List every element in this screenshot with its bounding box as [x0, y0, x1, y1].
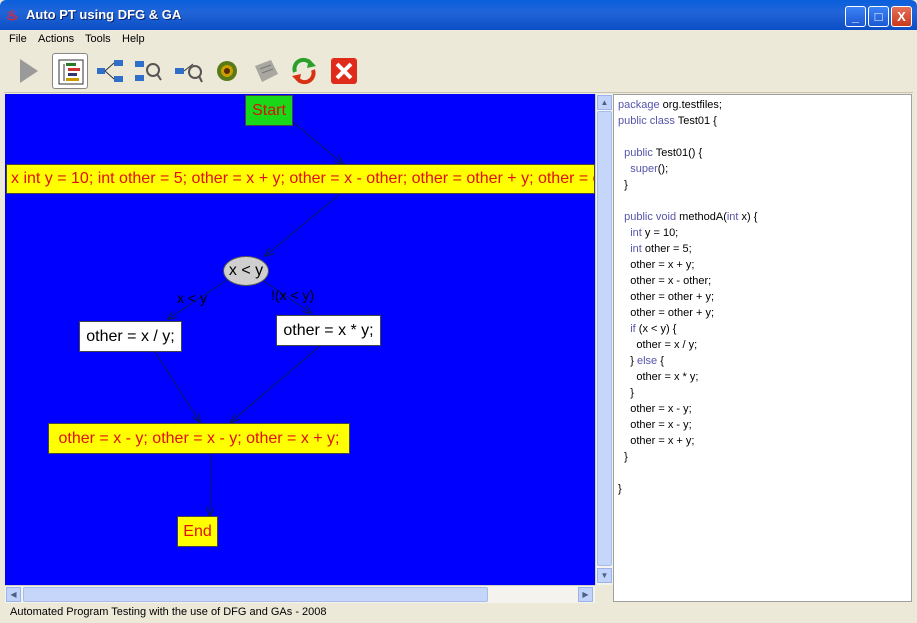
code-line: other = x - other; — [618, 275, 712, 287]
edge-block2-end — [210, 453, 211, 516]
code-line: super(); — [630, 163, 669, 175]
window-title: Auto PT using DFG & GA — [26, 7, 182, 22]
node-block2[interactable]: other = x - y; other = x - y; other = x … — [48, 423, 350, 454]
refresh-icon — [292, 57, 316, 85]
code-line: public Test01() { — [624, 147, 703, 159]
node-true-branch[interactable]: other = x / y; — [79, 321, 182, 352]
node-start[interactable]: Start — [245, 95, 293, 126]
graph-vertical-scrollbar[interactable]: ▲ ▼ — [595, 94, 613, 585]
graph-horizontal-scrollbar[interactable]: ◀ ▶ — [5, 585, 595, 603]
node-condition[interactable]: x < y — [223, 256, 269, 286]
source-code-panel[interactable]: package org.testfiles; public class Test0… — [613, 94, 912, 602]
node-block1[interactable]: x int y = 10; int other = 5; other = x +… — [6, 164, 595, 194]
menu-bar: File Actions Tools Help — [4, 30, 913, 48]
vertical-scroll-thumb[interactable] — [597, 111, 612, 566]
graph-path-button[interactable] — [170, 53, 206, 89]
code-line: package org.testfiles; — [618, 99, 722, 111]
menu-help[interactable]: Help — [122, 33, 145, 45]
close-button[interactable]: X — [891, 6, 912, 27]
graph-button[interactable] — [92, 53, 128, 89]
edge-label-true: x < y — [177, 290, 207, 306]
tree-view-button[interactable] — [52, 53, 88, 89]
code-line: other = other + y; — [618, 307, 714, 319]
scroll-up-icon[interactable]: ▲ — [597, 95, 612, 110]
tree-view-icon — [58, 59, 84, 85]
edge-false-block2 — [231, 344, 322, 422]
edge-true-block2 — [154, 351, 200, 422]
minimize-button[interactable]: _ — [845, 6, 866, 27]
menu-file[interactable]: File — [9, 33, 27, 45]
status-bar: Automated Program Testing with the use o… — [5, 603, 913, 621]
run-icon — [20, 59, 38, 83]
code-line: public void methodA(int x) { — [624, 211, 758, 223]
code-line: other = x + y; — [618, 259, 695, 271]
maximize-button[interactable]: □ — [868, 6, 889, 27]
graph-icon — [97, 60, 123, 82]
document-icon — [255, 60, 278, 82]
code-line: other = x - y; — [618, 419, 692, 431]
code-line: } — [618, 451, 628, 463]
code-line: } — [618, 483, 622, 495]
graph-search-icon — [135, 61, 162, 81]
title-bar: ♨ Auto PT using DFG & GA _ □ X — [0, 0, 917, 30]
horizontal-scroll-thumb[interactable] — [23, 587, 488, 602]
menu-actions[interactable]: Actions — [38, 33, 74, 45]
edge-start-block1 — [292, 121, 343, 164]
code-line: other = x - y; — [618, 403, 692, 415]
node-end[interactable]: End — [177, 516, 218, 547]
code-line: } else { — [618, 355, 664, 367]
edge-label-false: !(x < y) — [271, 287, 315, 303]
code-line: } — [618, 387, 634, 399]
code-line: other = x + y; — [618, 435, 695, 447]
status-text: Automated Program Testing with the use o… — [10, 606, 327, 618]
menu-tools[interactable]: Tools — [85, 33, 111, 45]
scroll-left-icon[interactable]: ◀ — [6, 587, 21, 602]
graph-search-button[interactable] — [130, 53, 166, 89]
code-line: other = x / y; — [618, 339, 698, 351]
code-line: other = other + y; — [618, 291, 714, 303]
code-line: int other = 5; — [630, 243, 692, 255]
refresh-button[interactable] — [286, 53, 322, 89]
document-button[interactable] — [248, 53, 284, 89]
code-line: int y = 10; — [630, 227, 679, 239]
edge-block1-cond — [265, 193, 341, 256]
scroll-down-icon[interactable]: ▼ — [597, 568, 612, 583]
code-line: other = x * y; — [618, 371, 699, 383]
bug-button[interactable] — [209, 53, 245, 89]
java-app-icon: ♨ — [6, 7, 19, 23]
run-button[interactable] — [10, 53, 46, 89]
code-line: if (x < y) { — [630, 323, 677, 335]
bug-icon — [217, 61, 237, 81]
toolbar — [4, 50, 913, 93]
code-line: } — [618, 179, 628, 191]
dfg-graph-panel[interactable]: Start x int y = 10; int other = 5; other… — [5, 94, 595, 585]
stop-icon — [331, 58, 357, 84]
scroll-right-icon[interactable]: ▶ — [578, 587, 593, 602]
code-line: public class Test01 { — [618, 115, 717, 127]
stop-button[interactable] — [326, 53, 362, 89]
graph-path-icon — [175, 63, 203, 83]
node-false-branch[interactable]: other = x * y; — [276, 315, 381, 346]
